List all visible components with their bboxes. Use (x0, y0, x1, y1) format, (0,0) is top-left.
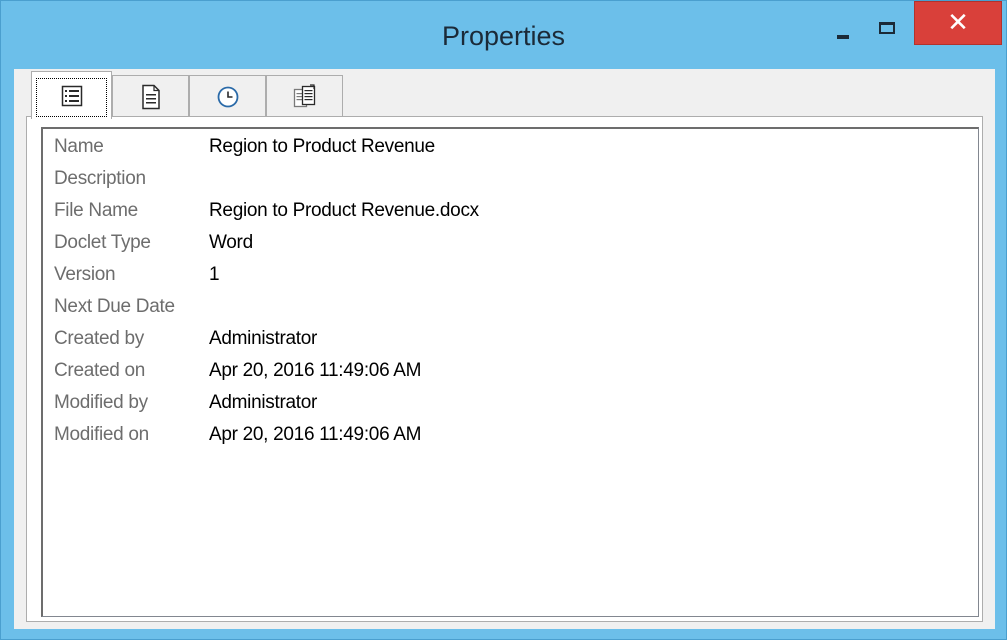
window-client-area: Name Region to Product Revenue Descripti… (14, 69, 995, 629)
close-icon: ✕ (947, 8, 969, 38)
clock-icon (217, 86, 238, 107)
property-value: Administrator (209, 392, 318, 413)
property-label: Doclet Type (54, 232, 151, 253)
property-label: Modified on (54, 424, 149, 445)
property-label: Description (54, 168, 146, 189)
tab-history[interactable] (189, 75, 266, 117)
tab-dependencies[interactable] (266, 75, 343, 117)
property-value: Apr 20, 2016 11:49:06 AM (209, 360, 422, 381)
tab-panel-general: Name Region to Product Revenue Descripti… (26, 116, 983, 622)
property-label: Created by (54, 328, 144, 349)
property-row-doclet-type[interactable]: Doclet Type Word (43, 227, 978, 259)
property-row-description[interactable]: Description (43, 163, 978, 195)
minimize-button[interactable] (819, 2, 867, 46)
property-value: 1 (209, 264, 220, 285)
maximize-icon (879, 22, 895, 34)
tab-document[interactable] (112, 75, 189, 117)
property-row-modified-by[interactable]: Modified by Administrator (43, 387, 978, 419)
property-value: Apr 20, 2016 11:49:06 AM (209, 424, 422, 445)
property-row-name[interactable]: Name Region to Product Revenue (43, 131, 978, 163)
property-value: Region to Product Revenue.docx (209, 200, 479, 221)
property-label: File Name (54, 200, 138, 221)
property-row-next-due-date[interactable]: Next Due Date (43, 291, 978, 323)
document-icon (141, 84, 160, 109)
tab-general[interactable] (31, 71, 112, 119)
property-label: Next Due Date (54, 296, 175, 317)
property-row-file-name[interactable]: File Name Region to Product Revenue.docx (43, 195, 978, 227)
minimize-icon (837, 35, 849, 39)
property-row-modified-on[interactable]: Modified on Apr 20, 2016 11:49:06 AM (43, 419, 978, 451)
properties-list[interactable]: Name Region to Product Revenue Descripti… (41, 127, 979, 617)
title-bar[interactable]: Properties ✕ (1, 1, 1006, 69)
property-row-version[interactable]: Version 1 (43, 259, 978, 291)
copy-document-icon (293, 83, 315, 107)
property-label: Name (54, 136, 104, 157)
maximize-button[interactable] (867, 2, 911, 46)
property-row-created-on[interactable]: Created on Apr 20, 2016 11:49:06 AM (43, 355, 978, 387)
property-value: Word (209, 232, 253, 253)
details-list-icon (61, 85, 82, 106)
property-value: Region to Product Revenue (209, 136, 435, 157)
property-label: Version (54, 264, 116, 285)
properties-window: Properties ✕ Name Region to Product Reve… (0, 0, 1007, 640)
property-row-created-by[interactable]: Created by Administrator (43, 323, 978, 355)
property-label: Created on (54, 360, 146, 381)
close-button[interactable]: ✕ (914, 1, 1002, 45)
property-value: Administrator (209, 328, 318, 349)
property-label: Modified by (54, 392, 148, 413)
